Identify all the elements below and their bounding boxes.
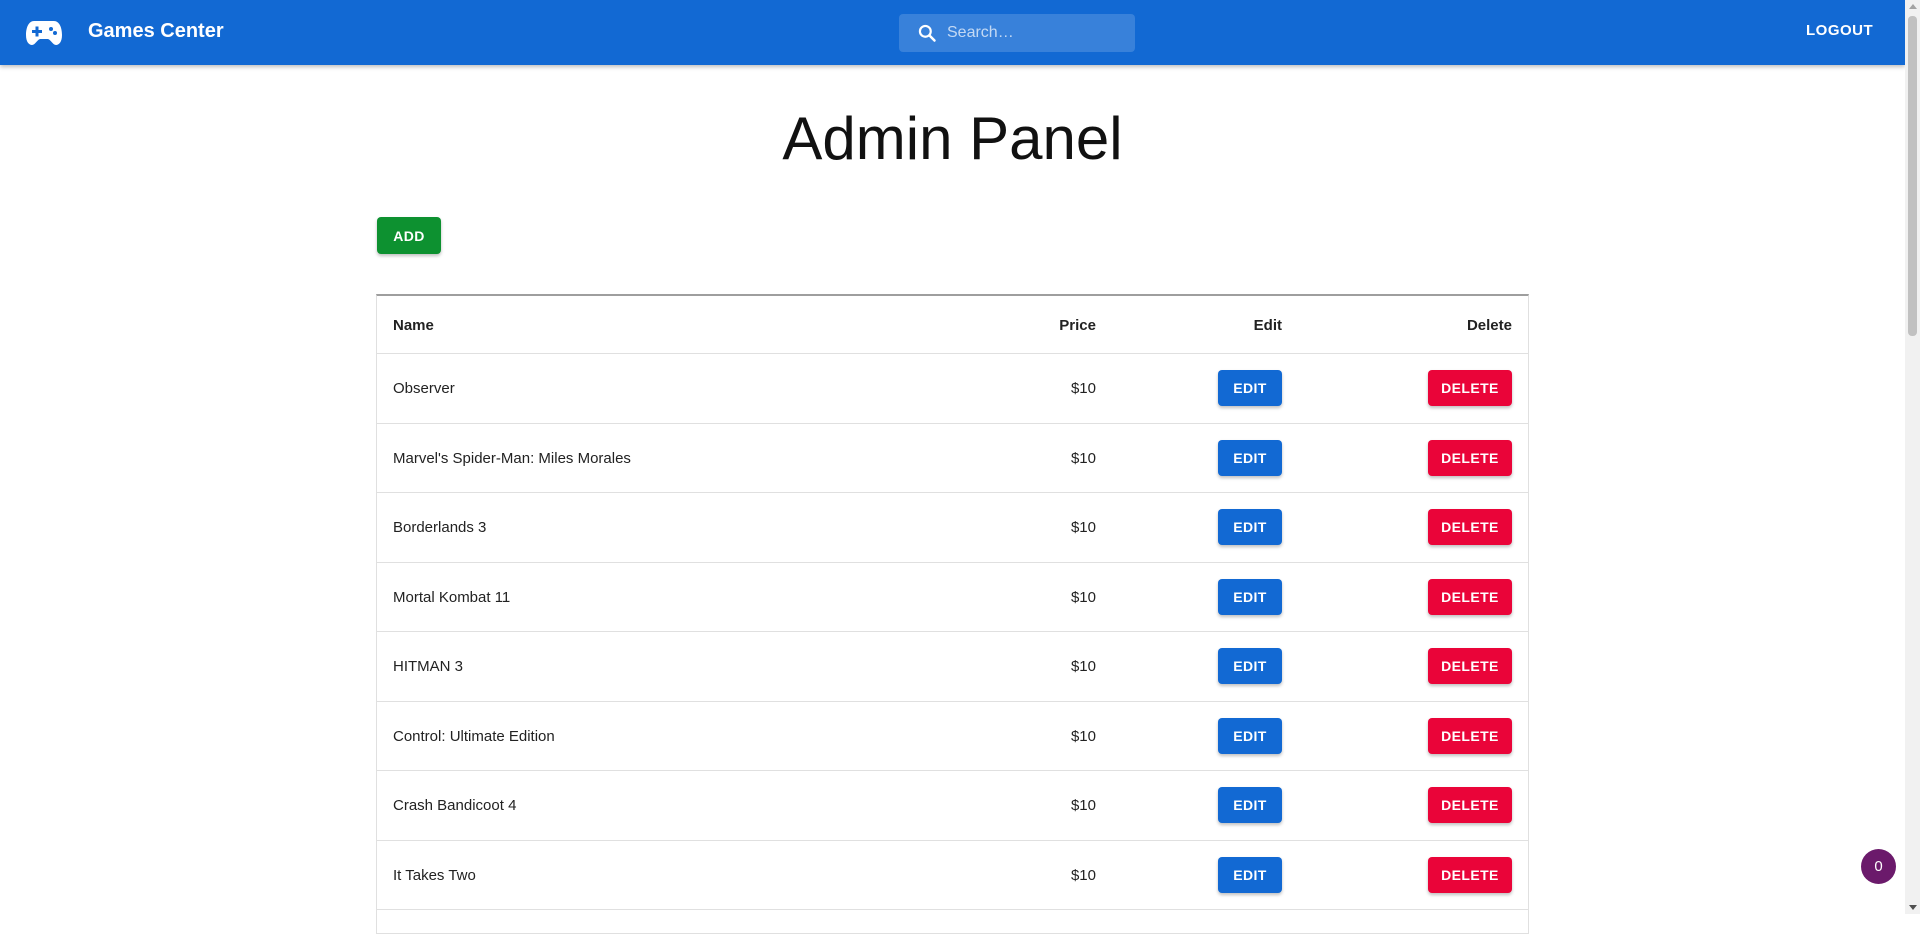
add-button[interactable]: ADD — [377, 217, 441, 254]
game-name: Crash Bandicoot 4 — [393, 797, 517, 814]
gamepad-icon[interactable] — [26, 17, 62, 47]
game-price: $10 — [1070, 380, 1096, 397]
table-row: Mortal Kombat 11 $10 EDIT DELETE — [377, 563, 1528, 632]
game-name: Marvel's Spider-Man: Miles Morales — [393, 449, 631, 467]
table-row: Crash Bandicoot 4 $10 EDIT DELETE — [377, 771, 1528, 841]
delete-button[interactable]: DELETE — [1428, 856, 1512, 893]
delete-button[interactable]: DELETE — [1428, 509, 1512, 545]
game-price: $10 — [1070, 727, 1096, 745]
game-price: $10 — [1070, 449, 1096, 467]
page-scrollbar[interactable] — [1905, 0, 1920, 914]
game-price: $10 — [1070, 519, 1096, 536]
column-header-edit: Edit — [1253, 317, 1282, 334]
game-name: Control: Ultimate Edition — [393, 727, 555, 745]
game-price: $10 — [1070, 866, 1096, 884]
edit-button[interactable]: EDIT — [1218, 439, 1282, 476]
cart-count-badge[interactable]: 0 — [1861, 849, 1896, 884]
edit-button[interactable]: EDIT — [1218, 717, 1282, 754]
edit-button[interactable]: EDIT — [1218, 787, 1282, 823]
table-row: Observer $10 EDIT DELETE — [377, 354, 1528, 424]
game-name: It Takes Two — [393, 866, 476, 884]
delete-button[interactable]: DELETE — [1428, 578, 1512, 615]
app-bar: Games Center LOGOUT — [0, 0, 1905, 65]
scroll-up-arrow-icon[interactable] — [1909, 4, 1917, 9]
table-row: HITMAN 3 $10 EDIT DELETE — [377, 632, 1528, 702]
table-row: Borderlands 3 $10 EDIT DELETE — [377, 493, 1528, 563]
table-row: Control: Ultimate Edition $10 EDIT DELETE — [377, 702, 1528, 771]
game-price: $10 — [1070, 797, 1096, 814]
game-name: HITMAN 3 — [393, 658, 464, 675]
delete-button[interactable]: DELETE — [1428, 717, 1512, 754]
table-row: Marvel's Spider-Man: Miles Morales $10 EDI… — [377, 424, 1528, 493]
search-icon — [918, 24, 936, 42]
edit-button[interactable]: EDIT — [1218, 856, 1282, 893]
game-price: $10 — [1070, 588, 1096, 606]
edit-button[interactable]: EDIT — [1218, 648, 1282, 684]
scrollbar-thumb[interactable] — [1908, 16, 1917, 336]
scroll-down-arrow-icon[interactable] — [1909, 905, 1917, 910]
brand-title[interactable]: Games Center — [88, 20, 224, 43]
game-name: Borderlands 3 — [393, 519, 487, 536]
delete-button[interactable]: DELETE — [1428, 648, 1512, 684]
table-header-row: Name Price Edit Delete — [377, 296, 1528, 354]
edit-button[interactable]: EDIT — [1218, 370, 1282, 406]
edit-button[interactable]: EDIT — [1218, 509, 1282, 545]
delete-button[interactable]: DELETE — [1428, 370, 1512, 406]
column-header-price: Price — [1059, 317, 1096, 334]
page-title: Admin Panel — [782, 105, 1123, 172]
delete-button[interactable]: DELETE — [1428, 787, 1512, 823]
games-table: Name Price Edit Delete Observer $10 EDIT DE… — [376, 294, 1529, 934]
search-input[interactable] — [947, 14, 1127, 52]
delete-button[interactable]: DELETE — [1428, 439, 1512, 476]
column-header-name: Name — [393, 317, 434, 334]
game-price: $10 — [1070, 658, 1096, 675]
edit-button[interactable]: EDIT — [1218, 578, 1282, 615]
search-box[interactable] — [899, 14, 1135, 52]
table-row: It Takes Two $10 EDIT DELETE — [377, 841, 1528, 910]
game-name: Mortal Kombat 11 — [393, 588, 511, 606]
logout-button[interactable]: LOGOUT — [1806, 22, 1873, 39]
column-header-delete: Delete — [1466, 317, 1512, 334]
game-name: Observer — [393, 380, 455, 397]
